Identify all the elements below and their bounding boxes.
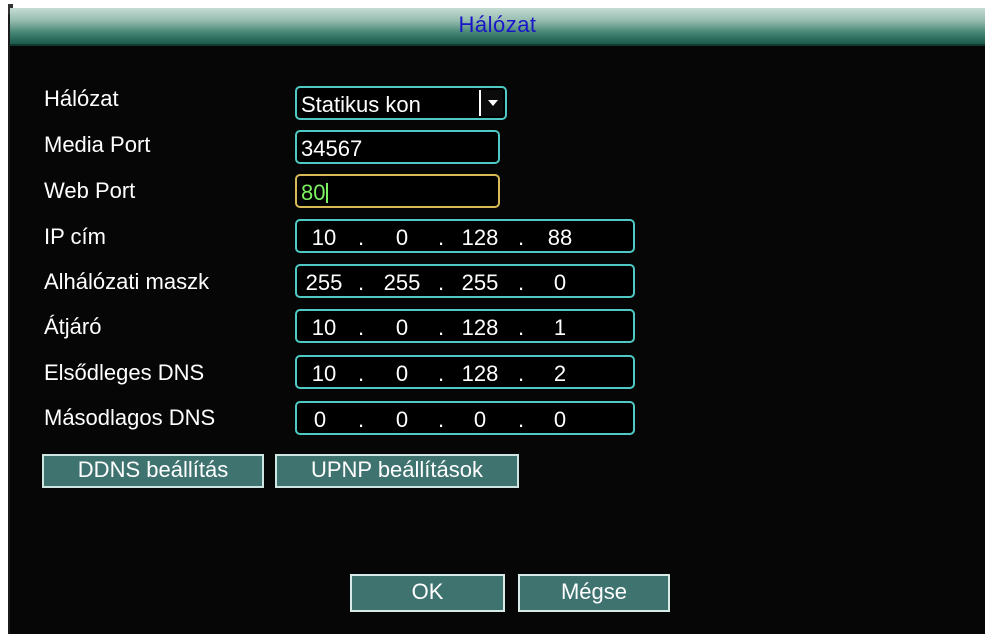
ip-octet-2[interactable]: 0 <box>379 225 425 251</box>
primary-dns-input[interactable]: 10 . 0 . 128 . 2 <box>295 355 635 389</box>
media-port-value: 34567 <box>301 136 363 161</box>
web-port-label: Web Port <box>44 178 136 203</box>
dns2-octet-4[interactable]: 0 <box>537 407 583 433</box>
dns1-octet-4[interactable]: 2 <box>537 361 583 387</box>
dns2-octet-3[interactable]: 0 <box>457 407 503 433</box>
text-caret <box>326 183 329 203</box>
subnet-mask-input[interactable]: 255 . 255 . 255 . 0 <box>295 264 635 298</box>
ip-separator: . <box>437 225 445 250</box>
gateway-octet-2[interactable]: 0 <box>379 315 425 341</box>
ip-separator: . <box>357 270 365 295</box>
ip-separator: . <box>357 407 365 432</box>
web-port-value: 80 <box>301 180 326 205</box>
subnet-octet-2[interactable]: 255 <box>379 270 425 296</box>
subnet-octet-3[interactable]: 255 <box>457 270 503 296</box>
ip-octet-1[interactable]: 10 <box>301 225 347 251</box>
title-bar: Hálózat <box>10 8 985 46</box>
ip-separator: . <box>437 407 445 432</box>
ip-separator: . <box>517 270 525 295</box>
ip-separator: . <box>517 361 525 386</box>
gateway-input[interactable]: 10 . 0 . 128 . 1 <box>295 309 635 343</box>
ip-separator: . <box>517 315 525 340</box>
ddns-settings-button[interactable]: DDNS beállítás <box>42 454 264 488</box>
ip-separator: . <box>357 315 365 340</box>
ip-separator: . <box>357 361 365 386</box>
media-port-label: Media Port <box>44 132 151 157</box>
primary-dns-label: Elsődleges DNS <box>44 360 205 385</box>
ip-separator: . <box>517 225 525 250</box>
chevron-down-icon[interactable] <box>479 90 503 116</box>
dns1-octet-2[interactable]: 0 <box>379 361 425 387</box>
ip-address-label: IP cím <box>44 224 106 249</box>
network-mode-label: Hálózat <box>44 86 119 111</box>
gateway-octet-3[interactable]: 128 <box>457 315 503 341</box>
secondary-dns-input[interactable]: 0 . 0 . 0 . 0 <box>295 401 635 435</box>
cancel-button[interactable]: Mégse <box>518 574 670 612</box>
ok-button[interactable]: OK <box>350 574 505 612</box>
ip-separator: . <box>357 225 365 250</box>
dialog-title: Hálózat <box>458 12 537 37</box>
subnet-mask-label: Alhálózati maszk <box>44 269 210 294</box>
secondary-dns-label: Másodlagos DNS <box>44 405 216 430</box>
dns2-octet-1[interactable]: 0 <box>297 407 343 433</box>
gateway-octet-4[interactable]: 1 <box>537 315 583 341</box>
subnet-octet-1[interactable]: 255 <box>301 270 347 296</box>
ip-separator: . <box>437 270 445 295</box>
ip-separator: . <box>437 315 445 340</box>
gateway-octet-1[interactable]: 10 <box>301 315 347 341</box>
dns2-octet-2[interactable]: 0 <box>379 407 425 433</box>
ip-octet-4[interactable]: 88 <box>537 225 583 251</box>
upnp-settings-button[interactable]: UPNP beállítások <box>275 454 519 488</box>
network-mode-select[interactable]: Statikus kon <box>295 86 507 120</box>
dns1-octet-3[interactable]: 128 <box>457 361 503 387</box>
ip-address-input[interactable]: 10 . 0 . 128 . 88 <box>295 219 635 253</box>
ip-octet-3[interactable]: 128 <box>457 225 503 251</box>
network-mode-value: Statikus kon <box>301 92 421 117</box>
web-port-input[interactable]: 80 <box>295 174 500 208</box>
ip-separator: . <box>437 361 445 386</box>
subnet-octet-4[interactable]: 0 <box>537 270 583 296</box>
network-dialog: Hálózat Hálózat Statikus kon Media Port … <box>8 4 985 634</box>
ip-separator: . <box>517 407 525 432</box>
media-port-input[interactable]: 34567 <box>295 130 500 164</box>
gateway-label: Átjáró <box>44 314 102 339</box>
dns1-octet-1[interactable]: 10 <box>301 361 347 387</box>
